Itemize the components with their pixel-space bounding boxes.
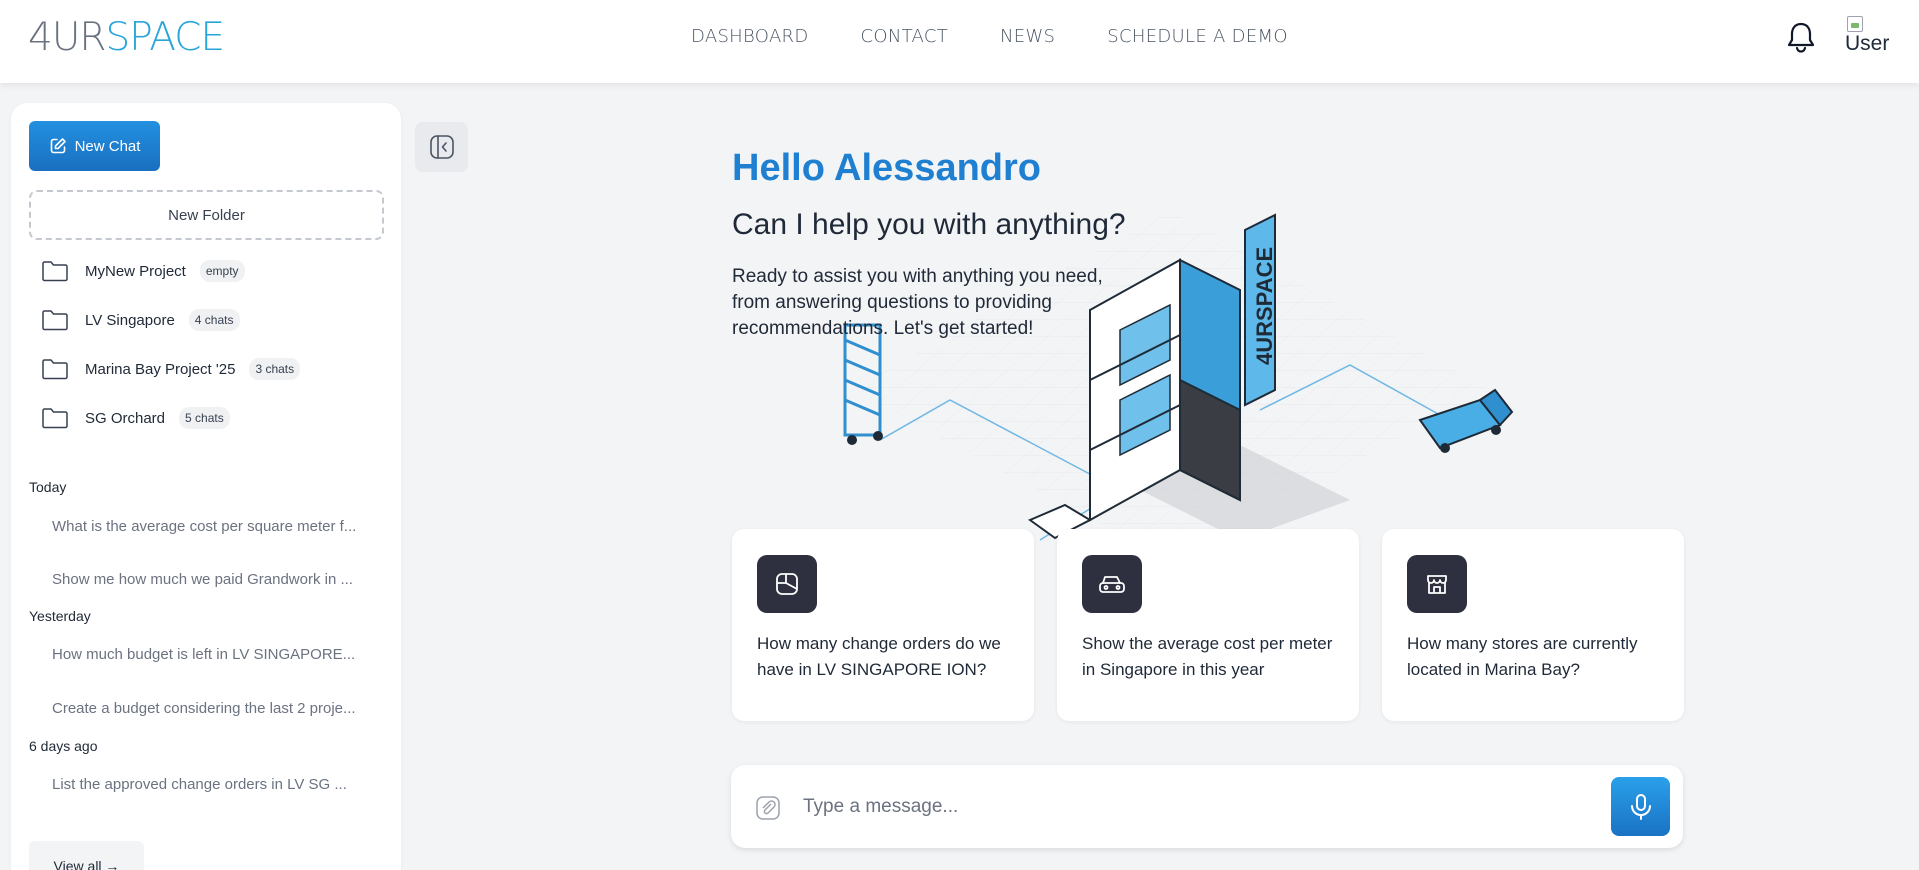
- folder-item[interactable]: LV Singapore 4 chats: [41, 305, 240, 335]
- suggestion-card[interactable]: How many stores are currently located in…: [1382, 529, 1684, 721]
- car-icon: [1082, 555, 1142, 613]
- suggestion-card[interactable]: Show the average cost per meter in Singa…: [1057, 529, 1359, 721]
- voice-input-button[interactable]: [1611, 777, 1670, 836]
- greeting-heading: Hello Alessandro: [732, 147, 1042, 189]
- message-input[interactable]: [803, 789, 1583, 825]
- folder-icon: [42, 310, 68, 331]
- logo-text-part1: 4UR: [28, 15, 106, 60]
- nav-dashboard[interactable]: DASHBOARD: [691, 26, 809, 47]
- store-icon: [1407, 555, 1467, 613]
- folder-icon: [42, 359, 68, 380]
- layout-icon: [757, 555, 817, 613]
- history-item[interactable]: Show me how much we paid Grandwork in ..…: [52, 571, 382, 588]
- view-all-button[interactable]: View all →: [29, 841, 144, 870]
- folder-item[interactable]: MyNew Project empty: [41, 256, 245, 286]
- illustration-brand-text: 4URSPACE: [1252, 247, 1277, 365]
- construction-illustration: 4URSPACE: [790, 200, 1550, 560]
- folder-badge: 3 chats: [249, 358, 301, 380]
- history-section-6-days-ago: 6 days ago: [29, 738, 98, 754]
- folder-name: Marina Bay Project '25: [85, 360, 236, 378]
- collapse-sidebar-button[interactable]: [415, 122, 468, 172]
- new-folder-label: New Folder: [168, 206, 245, 224]
- folder-badge: 4 chats: [188, 309, 240, 331]
- nav-news[interactable]: NEWS: [1000, 26, 1055, 47]
- folder-name: MyNew Project: [85, 262, 186, 280]
- history-item[interactable]: List the approved change orders in LV SG…: [52, 776, 382, 793]
- folder-icon: [42, 261, 68, 282]
- folder-item[interactable]: SG Orchard 5 chats: [41, 403, 230, 433]
- user-avatar[interactable]: User: [1845, 16, 1889, 60]
- top-header: 4URSPACE DASHBOARD CONTACT NEWS SCHEDULE…: [0, 0, 1919, 83]
- microphone-icon: [1630, 793, 1651, 820]
- folder-name: SG Orchard: [85, 409, 166, 427]
- attachment-icon[interactable]: [755, 795, 781, 821]
- new-chat-label: New Chat: [74, 137, 141, 155]
- folder-item[interactable]: Marina Bay Project '25 3 chats: [41, 354, 301, 384]
- logo-text-part2: SPACE: [105, 15, 225, 60]
- bell-icon[interactable]: [1784, 20, 1818, 56]
- suggestion-text: How many stores are currently located in…: [1407, 634, 1638, 679]
- history-section-yesterday: Yesterday: [29, 608, 91, 624]
- history-section-today: Today: [29, 479, 67, 495]
- new-chat-button[interactable]: New Chat: [29, 121, 160, 171]
- logo[interactable]: 4URSPACE: [28, 15, 225, 60]
- message-composer: [731, 765, 1683, 848]
- suggestion-text: Show the average cost per meter in Singa…: [1082, 634, 1333, 679]
- suggestion-text: How many change orders do we have in LV …: [757, 634, 1001, 679]
- folder-badge: 5 chats: [179, 407, 230, 429]
- folder-icon: [42, 408, 68, 429]
- help-subtitle: Can I help you with anything?: [732, 208, 1126, 241]
- view-all-label: View all →: [53, 858, 120, 870]
- new-folder-button[interactable]: New Folder: [29, 190, 384, 240]
- history-item[interactable]: Create a budget considering the last 2 p…: [52, 700, 382, 717]
- suggestion-card[interactable]: How many change orders do we have in LV …: [732, 529, 1034, 721]
- history-item[interactable]: What is the average cost per square mete…: [52, 518, 382, 535]
- intro-text: Ready to assist you with anything you ne…: [732, 266, 1103, 339]
- sidebar-collapse-icon: [429, 135, 454, 159]
- nav-schedule-demo[interactable]: SCHEDULE A DEMO: [1107, 26, 1288, 47]
- avatar-alt-text: User: [1845, 32, 1890, 55]
- sidebar: New Chat New Folder MyNew Project empty …: [11, 103, 401, 870]
- broken-image-icon: [1847, 16, 1863, 32]
- nav-contact[interactable]: CONTACT: [861, 26, 948, 47]
- folder-name: LV Singapore: [85, 311, 175, 329]
- history-item[interactable]: How much budget is left in LV SINGAPORE.…: [52, 646, 382, 663]
- main-nav: DASHBOARD CONTACT NEWS SCHEDULE A DEMO: [691, 26, 1288, 47]
- edit-icon: [50, 138, 66, 154]
- folder-badge: empty: [199, 260, 245, 282]
